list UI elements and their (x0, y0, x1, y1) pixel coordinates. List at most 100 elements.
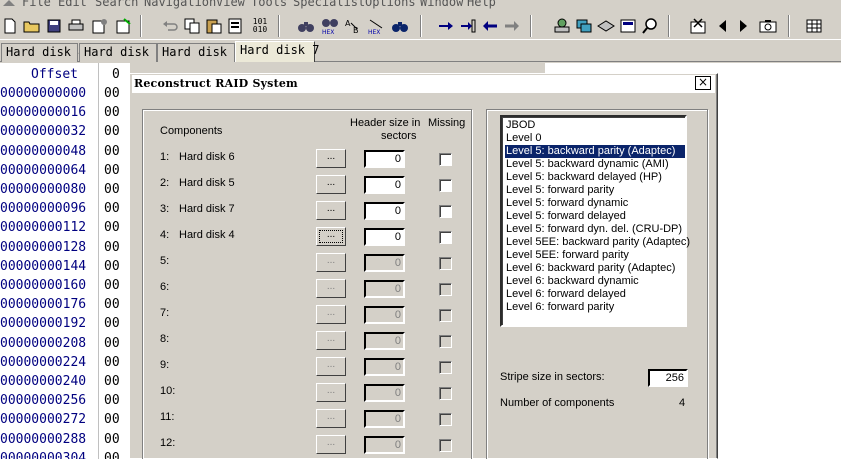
properties-icon[interactable] (90, 16, 110, 36)
missing-checkbox[interactable] (439, 179, 452, 192)
next-window-icon[interactable] (734, 16, 754, 36)
open-ram-icon[interactable] (574, 16, 594, 36)
missing-checkbox[interactable] (439, 153, 452, 166)
hex-row[interactable]: 00000000128 00 (0, 240, 130, 259)
save-icon[interactable] (44, 16, 64, 36)
missing-checkbox[interactable] (439, 283, 452, 296)
hex-byte[interactable]: 00 (104, 432, 120, 447)
raid-level-option[interactable]: Level 5: forward dynamic (505, 197, 685, 210)
hex-byte[interactable]: 00 (104, 124, 120, 139)
browse-disk-button[interactable]: ... (316, 409, 346, 428)
raid-level-option[interactable]: Level 6: backward dynamic (505, 275, 685, 288)
calculator-icon[interactable] (618, 16, 638, 36)
hex-byte[interactable]: 00 (104, 355, 120, 370)
tab-hard-disk-4[interactable]: Hard disk 4 (1, 43, 85, 62)
hex-row[interactable]: 00000000032 00 (0, 124, 130, 143)
header-size-input[interactable]: 0 (364, 280, 405, 298)
previous-window-icon[interactable] (712, 16, 732, 36)
menu-options[interactable]: Options (365, 0, 416, 9)
browse-disk-button[interactable]: ... (316, 305, 346, 324)
raid-level-option[interactable]: Level 5: forward parity (505, 184, 685, 197)
hex-row[interactable]: 00000000224 00 (0, 355, 130, 374)
binary-icon[interactable]: 101 010 (250, 16, 270, 36)
tab-hard-disk-5[interactable]: Hard disk 5 (79, 43, 163, 62)
close-window-icon[interactable] (688, 16, 708, 36)
hex-byte[interactable]: 00 (104, 86, 120, 101)
raid-level-option[interactable]: Level 6: forward parity (505, 301, 685, 314)
raid-level-listbox[interactable]: JBOD Level 0 Level 5: backward parity (Ada… (500, 115, 690, 327)
header-size-input[interactable]: 0 (364, 176, 405, 194)
fill-icon[interactable] (226, 16, 246, 36)
missing-checkbox[interactable] (439, 335, 452, 348)
menu-tools[interactable]: Tools (251, 0, 287, 9)
menu-help[interactable]: Help (467, 0, 496, 9)
hex-byte[interactable]: 00 (104, 316, 120, 331)
missing-checkbox[interactable] (439, 413, 452, 426)
hex-row[interactable]: 00000000288 00 (0, 432, 130, 451)
hex-byte[interactable]: 00 (104, 278, 120, 293)
hex-row[interactable]: 00000000176 00 (0, 297, 130, 316)
tab-hard-disk-6[interactable]: Hard disk 6 (157, 43, 241, 62)
find-again-icon[interactable] (390, 16, 410, 36)
missing-checkbox[interactable] (439, 309, 452, 322)
camera-icon[interactable] (758, 16, 778, 36)
tab-hard-disk-7[interactable]: Hard disk 7 (235, 41, 319, 62)
browse-disk-button[interactable]: ... (316, 279, 346, 298)
browse-disk-button[interactable]: ... (316, 383, 346, 402)
hex-byte[interactable]: 00 (104, 182, 120, 197)
raid-level-option[interactable]: Level 5: backward dynamic (AMI) (505, 158, 685, 171)
execute-icon[interactable] (114, 16, 134, 36)
raid-level-option[interactable]: Level 6: backward parity (Adaptec) (505, 262, 685, 275)
menu-view[interactable]: View (216, 0, 245, 9)
copy-icon[interactable] (182, 16, 202, 36)
hex-row[interactable]: 00000000000 00 (0, 86, 130, 105)
header-size-input[interactable]: 0 (364, 410, 405, 428)
browse-disk-button[interactable]: ... (316, 201, 346, 220)
hex-byte[interactable]: 00 (104, 163, 120, 178)
menu-edit[interactable]: Edit (58, 0, 87, 9)
raid-level-option[interactable]: Level 0 (505, 132, 685, 145)
menu-search[interactable]: Search (95, 0, 138, 9)
hex-byte[interactable]: 00 (104, 201, 120, 216)
menu-file[interactable]: File (22, 0, 51, 9)
browse-disk-button[interactable]: ... (316, 175, 346, 194)
replace-hex-icon[interactable]: HEX (366, 16, 386, 36)
header-size-input[interactable]: 0 (364, 202, 405, 220)
browse-disk-button[interactable]: ... (316, 357, 346, 376)
undo-icon[interactable] (160, 16, 180, 36)
goto-offset-icon[interactable] (436, 16, 456, 36)
missing-checkbox[interactable] (439, 387, 452, 400)
hex-row[interactable]: 00000000096 00 (0, 201, 130, 220)
dialog-titlebar[interactable]: Reconstruct RAID System × (132, 75, 715, 93)
missing-checkbox[interactable] (439, 439, 452, 452)
new-file-icon[interactable] (0, 16, 20, 36)
header-size-input[interactable]: 0 (364, 254, 405, 272)
close-button[interactable]: × (695, 76, 711, 90)
forward-arrow-icon[interactable] (502, 16, 522, 36)
raid-level-option[interactable]: Level 5: backward delayed (HP) (505, 171, 685, 184)
raid-level-option[interactable]: Level 5: forward delayed (505, 210, 685, 223)
hex-row[interactable]: 00000000064 00 (0, 163, 130, 182)
find-text-icon[interactable] (296, 16, 316, 36)
header-size-input[interactable]: 0 (364, 150, 405, 168)
hex-byte[interactable]: 00 (104, 144, 120, 159)
missing-checkbox[interactable] (439, 205, 452, 218)
back-arrow-icon[interactable] (480, 16, 500, 36)
hex-byte[interactable]: 00 (104, 412, 120, 427)
open-disk-icon[interactable] (552, 16, 572, 36)
magnifier-icon[interactable] (640, 16, 660, 36)
missing-checkbox[interactable] (439, 231, 452, 244)
menu-window[interactable]: Window (420, 0, 463, 9)
hex-row[interactable]: 00000000272 00 (0, 412, 130, 431)
menu-navigation[interactable]: Navigation (144, 0, 216, 9)
header-size-input[interactable]: 0 (364, 358, 405, 376)
hex-byte[interactable]: 00 (104, 451, 120, 459)
hex-row[interactable]: 00000000256 00 (0, 393, 130, 412)
hex-row[interactable]: 00000000144 00 (0, 259, 130, 278)
hex-row[interactable]: 00000000304 00 (0, 451, 130, 459)
header-size-input[interactable]: 0 (364, 332, 405, 350)
browse-disk-button[interactable]: ... (316, 331, 346, 350)
missing-checkbox[interactable] (439, 361, 452, 374)
open-folder-icon[interactable] (22, 16, 42, 36)
hex-row[interactable]: 00000000048 00 (0, 144, 130, 163)
